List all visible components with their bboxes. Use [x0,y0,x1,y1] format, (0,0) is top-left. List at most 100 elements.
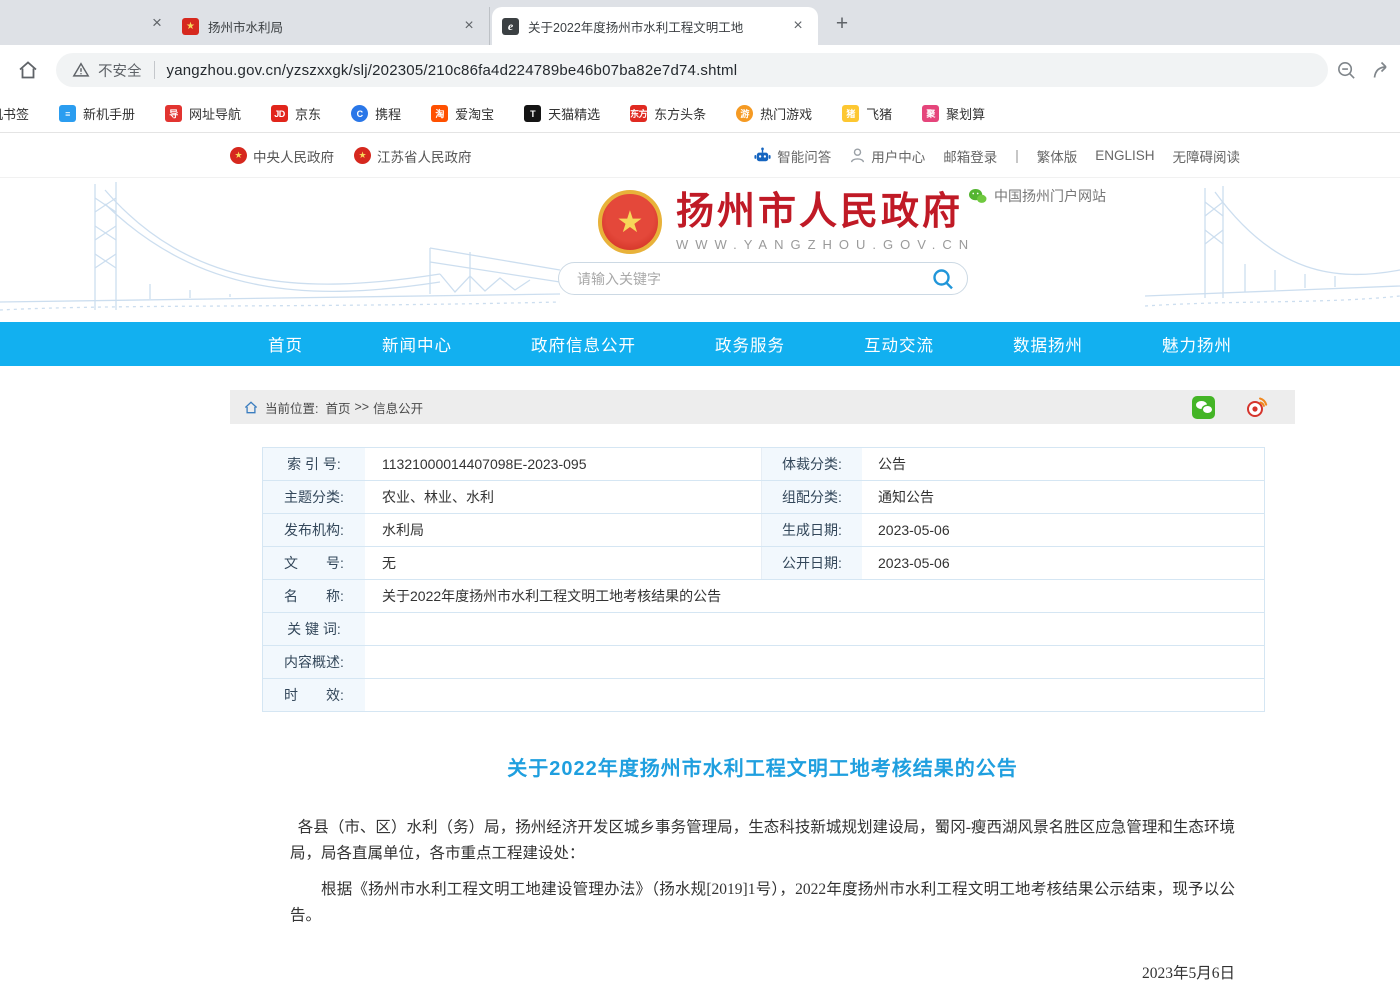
table-row: 名 称: 关于2022年度扬州市水利工程文明工地考核结果的公告 [263,580,1264,613]
link-label: 用户中心 [871,146,925,166]
link-mail-login[interactable]: 邮箱登录 [943,146,997,166]
taobao-icon: 淘 [431,105,448,122]
table-row: 内容概述: [263,646,1264,679]
site-name: 扬州市人民政府 [676,192,975,234]
portal-label: 中国扬州门户网站 [994,186,1106,206]
table-row: 时 效: [263,679,1264,712]
site-logo[interactable]: ★ 扬州市人民政府 WWW.YANGZHOU.GOV.CN [598,190,975,254]
table-row: 索 引 号: 11321000014407098E-2023-095 体裁分类:… [263,448,1264,481]
bookmark-label: 飞猪 [866,104,892,123]
bookmark-jd[interactable]: JD 京东 [271,104,321,123]
tab-announcement-active[interactable]: e 关于2022年度扬州市水利工程文明工地 × [492,7,818,45]
user-icon [849,147,866,164]
bookmark-label: 天猫精选 [548,104,600,123]
nav-news-center[interactable]: 新闻中心 [382,332,452,356]
nav-interaction[interactable]: 互动交流 [864,332,934,356]
link-central-government[interactable]: ★ 中央人民政府 [230,146,334,166]
bookmark-eastday[interactable]: 东方 东方头条 [630,104,706,123]
bookmark-ctrip[interactable]: C 携程 [351,104,401,123]
share-weibo-icon[interactable] [1245,395,1269,419]
bookmark-label: 网址导航 [189,104,241,123]
bookmark-hot-games[interactable]: 游 热门游戏 [736,104,812,123]
announcement-article: 关于2022年度扬州市水利工程文明工地考核结果的公告 各县（市、区）水利（务）局… [230,752,1295,997]
nav-charm-yangzhou[interactable]: 魅力扬州 [1162,332,1232,356]
divider: | [1015,148,1019,163]
share-wechat-icon[interactable] [1192,396,1215,419]
breadcrumb-current[interactable]: 信息公开 [373,398,423,417]
bookmark-label: 携程 [375,104,401,123]
meta-value [366,646,1264,678]
tab-title: 扬州市水利局 [208,17,453,36]
bookmark-tmall[interactable]: T 天猫精选 [524,104,600,123]
meta-value [366,613,1264,645]
nav-gov-info-disclosure[interactable]: 政府信息公开 [531,332,636,356]
bridge-sketch-right [1145,178,1400,322]
eastday-icon: 东方 [630,105,647,122]
juhuasuan-icon: 聚 [922,105,939,122]
document-meta-table: 索 引 号: 11321000014407098E-2023-095 体裁分类:… [262,447,1265,712]
meta-label: 内容概述: [263,646,366,678]
bookmark-phone-bookmarks[interactable]: 机书签 [0,104,29,123]
page-content: 当前位置: 首页 >> 信息公开 索 引 号: 1132100001440709… [230,366,1295,997]
share-icon[interactable] [1371,59,1393,81]
link-traditional-chinese[interactable]: 繁体版 [1037,146,1078,166]
gov-emblem-icon: ★ [230,147,247,164]
tab-title: 关于2022年度扬州市水利工程文明工地 [528,17,782,36]
site-url: WWW.YANGZHOU.GOV.CN [676,237,975,252]
gov-top-bar: ★ 中央人民政府 ★ 江苏省人民政府 [0,133,1400,178]
meta-value: 关于2022年度扬州市水利工程文明工地考核结果的公告 [366,580,1264,612]
browser-window: × ★ 扬州市水利局 × e 关于2022年度扬州市水利工程文明工地 × + 不… [0,0,1400,997]
nav-data-yangzhou[interactable]: 数据扬州 [1013,332,1083,356]
national-emblem-icon: ★ [598,190,662,254]
meta-label: 文 号: [263,547,366,579]
bookmark-juhuasuan[interactable]: 聚 聚划算 [922,104,985,123]
bookmark-label: 聚划算 [946,104,985,123]
close-tab-icon[interactable]: × [459,16,479,36]
nav-gov-services[interactable]: 政务服务 [715,332,785,356]
zoom-out-icon[interactable] [1336,60,1357,81]
link-label: 无障碍阅读 [1173,146,1241,166]
breadcrumb-prefix: 当前位置: [265,398,318,417]
meta-label: 主题分类: [263,481,366,513]
url-omnibox[interactable]: 不安全 yangzhou.gov.cn/yzszxxgk/slj/202305/… [56,53,1328,87]
fliggy-icon: 猪 [842,105,859,122]
link-label: 中央人民政府 [253,146,334,166]
security-label[interactable]: 不安全 [98,60,142,81]
bookmark-xinji-manual[interactable]: ≡ 新机手册 [59,104,135,123]
meta-value: 通知公告 [862,481,1264,513]
link-english[interactable]: ENGLISH [1095,148,1154,163]
meta-label: 公开日期: [762,547,862,579]
tab-yangzhou-water-bureau[interactable]: ★ 扬州市水利局 × [172,7,490,45]
meta-label: 时 效: [263,679,366,711]
link-smart-qa[interactable]: 智能问答 [753,146,831,166]
link-user-center[interactable]: 用户中心 [849,146,925,166]
games-icon: 游 [736,105,753,122]
bookmark-aitaobao[interactable]: 淘 爱淘宝 [431,104,494,123]
link-accessibility[interactable]: 无障碍阅读 [1173,146,1241,166]
bookmark-url-navigation[interactable]: 导 网址导航 [165,104,241,123]
home-icon [244,401,258,414]
breadcrumb-home[interactable]: 首页 [325,398,350,417]
article-date: 2023年5月6日 [290,961,1235,983]
article-paragraph: 根据《扬州市水利工程文明工地建设管理办法》（扬水规[2019]1号），2022年… [290,877,1235,929]
new-tab-button[interactable]: + [828,10,856,38]
meta-value: 2023-05-06 [862,547,1264,579]
bookmark-label: 机书签 [0,104,29,123]
search-icon[interactable] [931,267,955,291]
tmall-icon: T [524,105,541,122]
meta-value: 11321000014407098E-2023-095 [366,448,762,480]
article-paragraph: 各县（市、区）水利（务）局，扬州经济开发区城乡事务管理局，生态科技新城规划建设局… [290,815,1235,867]
bookmark-label: 热门游戏 [760,104,812,123]
url-text[interactable]: yangzhou.gov.cn/yzszxxgk/slj/202305/210c… [167,62,738,79]
nav-home[interactable]: 首页 [268,332,303,356]
site-banner: ★ 扬州市人民政府 WWW.YANGZHOU.GOV.CN 中国扬州门户网站 [0,178,1400,322]
close-tab-icon[interactable]: × [788,16,808,36]
bookmark-fliggy[interactable]: 猪 飞猪 [842,104,892,123]
close-tab-icon[interactable]: × [146,12,168,34]
bookmark-label: 京东 [295,104,321,123]
gov-emblem-icon: ★ [354,147,371,164]
home-icon[interactable] [14,56,42,84]
portal-link[interactable]: 中国扬州门户网站 [968,186,1106,206]
link-jiangsu-government[interactable]: ★ 江苏省人民政府 [354,146,472,166]
search-input[interactable] [577,271,931,287]
